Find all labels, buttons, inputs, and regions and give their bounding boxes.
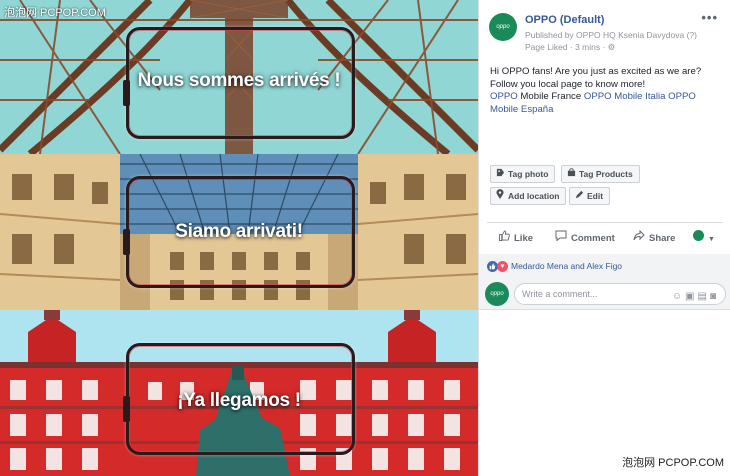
tag-icon xyxy=(495,166,505,182)
slogan-italian: Siamo arrivati! xyxy=(175,221,303,242)
reactions-names[interactable]: Medardo Mena and Alex Figo xyxy=(511,261,622,271)
location-pin-icon xyxy=(495,188,505,204)
share-button[interactable]: Share xyxy=(633,229,676,244)
chevron-down-icon: ▼ xyxy=(708,236,715,243)
post-line-3: OPPO Mobile France OPPO Mobile Italia OP… xyxy=(490,91,722,104)
sticker-icon[interactable]: ◙ xyxy=(710,291,719,302)
post-photo-collage[interactable]: Nous sommes arrivés ! 泡泡网 PCPOP.COM Siam… xyxy=(0,0,478,476)
comment-button[interactable]: Comment xyxy=(555,230,615,244)
add-location-button[interactable]: Add location xyxy=(490,187,567,205)
divider xyxy=(487,222,723,223)
link-oppo-france[interactable]: OPPO xyxy=(490,91,518,102)
like-label: Like xyxy=(514,233,534,244)
photo-paris[interactable]: Nous sommes arrivés ! 泡泡网 PCPOP.COM xyxy=(0,0,478,154)
watermark-top: 泡泡网 PCPOP.COM xyxy=(4,7,106,19)
post-message: Hi OPPO fans! Are you just as excited as… xyxy=(490,66,722,116)
post-timestamp[interactable]: Page Liked · 3 mins · ⚙ xyxy=(525,42,615,53)
speech-bubble-icon xyxy=(555,230,567,244)
tag-products-label: Tag Products xyxy=(579,169,633,179)
post-line-1: Hi OPPO fans! Are you just as excited as… xyxy=(490,66,702,77)
commenter-avatar: oppo xyxy=(485,282,509,306)
pencil-icon xyxy=(574,188,584,204)
page-name-link[interactable]: OPPO (Default) xyxy=(525,14,604,26)
thumbs-up-icon xyxy=(499,230,510,244)
emoji-icon[interactable]: ☺ xyxy=(672,291,685,302)
post-line-2: Follow you local page to know more! xyxy=(490,78,646,90)
page-avatar-small-icon xyxy=(693,230,704,244)
post-line-4: Mobile España xyxy=(490,104,722,117)
tag-products-button[interactable]: Tag Products xyxy=(561,165,640,183)
comment-input[interactable]: Write a comment... ☺▣▤◙ xyxy=(514,283,726,305)
facebook-post-panel: oppo OPPO (Default) Published by OPPO HQ… xyxy=(478,0,730,476)
edit-label: Edit xyxy=(587,191,604,201)
slogan-spanish: ¡Ya llegamos ! xyxy=(177,390,301,411)
comment-tools: ☺▣▤◙ xyxy=(672,287,719,307)
audience-selector[interactable]: ▼ xyxy=(693,230,715,244)
photo-milan[interactable]: Siamo arrivati! xyxy=(0,154,478,310)
comment-placeholder: Write a comment... xyxy=(522,289,598,299)
shopping-bag-icon xyxy=(566,166,576,182)
comment-composer: oppo Write a comment... ☺▣▤◙ xyxy=(479,278,730,310)
link-oppo-espana[interactable]: OPPO xyxy=(668,91,696,102)
published-by: Published by OPPO HQ Ksenia Davydova (?) xyxy=(525,30,697,40)
share-label: Share xyxy=(649,233,676,244)
reactions-row: ♥ Medardo Mena and Alex Figo xyxy=(479,254,730,278)
camera-icon[interactable]: ▣ xyxy=(685,291,697,302)
link-oppo-italia[interactable]: OPPO Mobile Italia xyxy=(584,91,666,102)
edit-button[interactable]: Edit xyxy=(569,187,611,205)
like-button[interactable]: Like xyxy=(499,230,533,244)
tag-photo-button[interactable]: Tag photo xyxy=(490,165,556,183)
love-reaction-icon: ♥ xyxy=(497,261,508,272)
slogan-french: Nous sommes arrivés ! xyxy=(137,70,341,91)
share-arrow-icon xyxy=(633,229,645,244)
comment-label: Comment xyxy=(571,233,615,244)
add-location-label: Add location xyxy=(508,191,560,201)
page-avatar[interactable]: oppo xyxy=(489,13,517,41)
more-options-icon[interactable]: ••• xyxy=(701,10,718,25)
link-oppo-espana-cont[interactable]: Mobile España xyxy=(490,104,553,115)
tag-photo-label: Tag photo xyxy=(508,169,549,179)
text-mobile-france: Mobile France xyxy=(517,91,584,102)
gif-icon[interactable]: ▤ xyxy=(698,291,710,302)
photo-madrid[interactable]: ¡Ya llegamos ! xyxy=(0,310,478,476)
watermark-bottom: 泡泡网 PCPOP.COM xyxy=(622,457,724,469)
